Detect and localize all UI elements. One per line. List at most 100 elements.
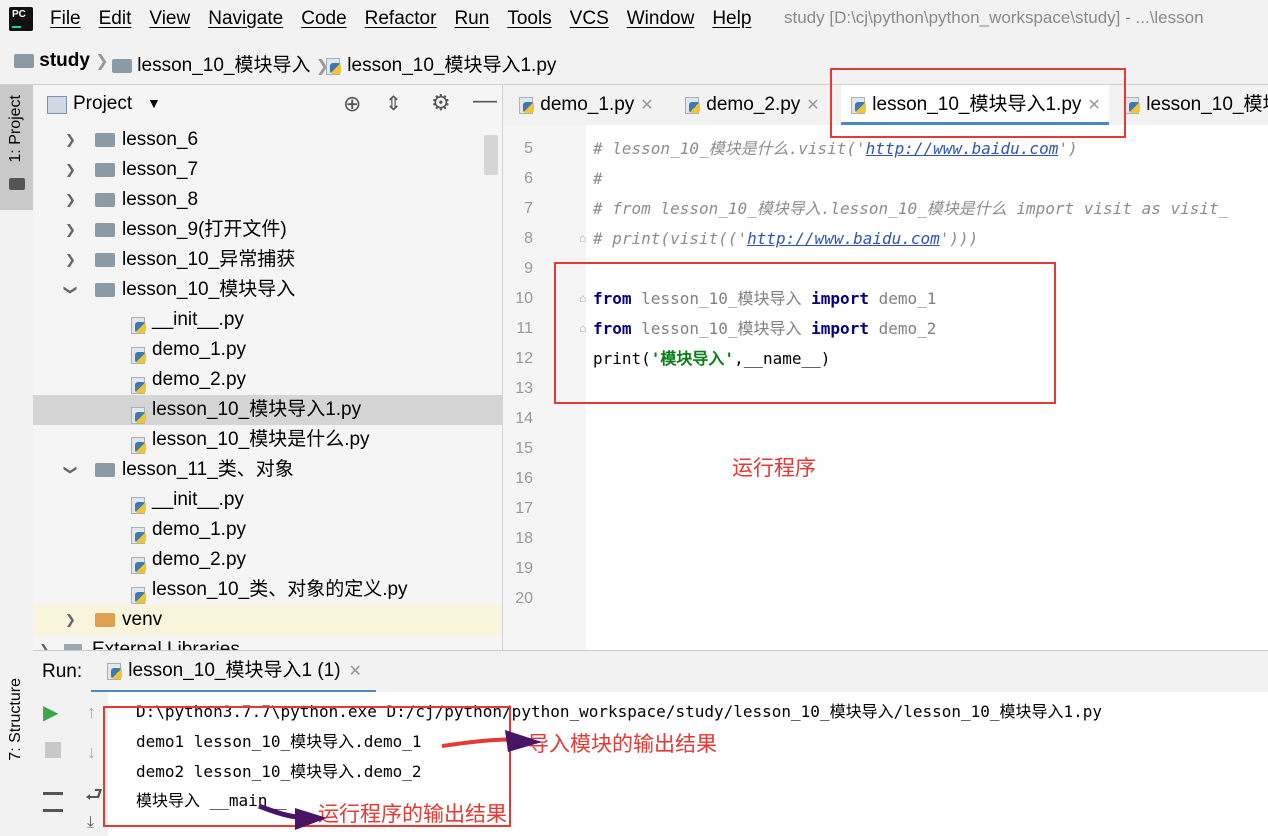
tree-item-lesson-10-exception[interactable]: ❯ lesson_10_异常捕获 [33, 245, 502, 275]
pycharm-logo-icon: PC [9, 7, 33, 31]
python-file-icon [129, 406, 147, 424]
breadcrumb-item-file[interactable]: lesson_10_模块导入1.py [324, 50, 556, 77]
tree-item-lesson-11[interactable]: ❯ lesson_11_类、对象 [33, 455, 502, 485]
structure-tool-button[interactable]: 7: Structure [7, 678, 25, 761]
menu-edit[interactable]: Edit [99, 8, 132, 30]
project-view-title[interactable]: Project [73, 93, 132, 115]
folder-icon [9, 178, 25, 190]
folder-icon [95, 283, 115, 297]
line-number: 10 [515, 290, 533, 307]
tree-item-module-what-py[interactable]: lesson_10_模块是什么.py [33, 425, 502, 455]
collapse-all-icon[interactable]: ⇕ [385, 91, 402, 116]
scroll-to-end-icon[interactable]: ⤓ [87, 814, 94, 832]
tree-item-demo-2-py-2[interactable]: demo_2.py [33, 545, 502, 575]
breadcrumb-item-study[interactable]: study ❯ [14, 50, 109, 72]
tree-item-lesson-9[interactable]: ❯ lesson_9(打开文件) [33, 215, 502, 245]
folder-icon [112, 58, 132, 73]
menu-code[interactable]: Code [301, 8, 346, 30]
layout-icon[interactable] [43, 792, 63, 812]
close-icon[interactable]: ✕ [349, 663, 362, 680]
chevron-right-icon[interactable]: ❯ [65, 185, 76, 215]
tree-item-demo-2-py[interactable]: demo_2.py [33, 365, 502, 395]
menu-tools[interactable]: Tools [507, 8, 551, 30]
highlight-box-active-tab [830, 68, 1126, 138]
line-number: 12 [515, 350, 533, 367]
chevron-down-icon[interactable]: ▼ [147, 95, 161, 111]
line-number: 9 [524, 260, 533, 277]
folder-icon [14, 53, 34, 68]
menu-window[interactable]: Window [627, 8, 695, 30]
chevron-right-icon[interactable]: ❯ [65, 605, 76, 635]
run-panel-header: Run: lesson_10_模块导入1 (1) ✕ [33, 650, 1268, 694]
menu-bar: PC File Edit View Navigate Code Refactor… [0, 0, 1268, 40]
arrow-up-icon[interactable]: ↑ [87, 702, 96, 723]
close-icon[interactable]: ✕ [640, 97, 653, 114]
tree-item-demo-1-py-2[interactable]: demo_1.py [33, 515, 502, 545]
rerun-icon[interactable]: ▶ [43, 700, 58, 725]
tree-item-init-py[interactable]: __init__.py [33, 305, 502, 335]
menu-view[interactable]: View [149, 8, 190, 30]
soft-wrap-icon[interactable]: ⮐ [85, 780, 103, 814]
python-file-icon [129, 436, 147, 454]
chevron-right-icon[interactable]: ❯ [39, 635, 50, 650]
python-file-icon [683, 96, 701, 114]
chevron-right-icon[interactable]: ❯ [65, 245, 76, 275]
minimize-icon[interactable]: — [473, 87, 497, 115]
locate-icon[interactable]: ⊕ [343, 91, 361, 117]
project-panel: Project ▼ ⊕ ⇕ ⚙ — ❯ lesson_6 ❯ lesson_7 … [33, 85, 503, 650]
line-number: 13 [515, 380, 533, 397]
code-line-8: # print(visit(('http://www.baidu.com'))) [593, 229, 979, 248]
tab-demo-2[interactable]: demo_2.py ✕ [683, 85, 820, 125]
python-file-icon [129, 316, 147, 334]
tree-item-init-py-2[interactable]: __init__.py [33, 485, 502, 515]
project-view-icon [47, 96, 67, 114]
run-tab[interactable]: lesson_10_模块导入1 (1) ✕ [91, 651, 376, 693]
python-file-icon [129, 496, 147, 514]
chevron-down-icon[interactable]: ❯ [55, 465, 85, 476]
line-number: 6 [524, 170, 533, 187]
line-number: 15 [515, 440, 533, 457]
chevron-right-icon: ❯ [95, 53, 109, 70]
folder-icon [95, 163, 115, 177]
tab-demo-1[interactable]: demo_1.py ✕ [517, 85, 654, 125]
project-tool-button[interactable]: 1: Project [0, 85, 33, 210]
close-icon[interactable]: ✕ [806, 97, 819, 114]
python-file-icon [517, 96, 535, 114]
tree-item-class-object-py[interactable]: lesson_10_类、对象的定义.py [33, 575, 502, 605]
menu-run[interactable]: Run [454, 8, 489, 30]
menu-navigate[interactable]: Navigate [208, 8, 283, 30]
menu-refactor[interactable]: Refactor [365, 8, 437, 30]
menu-file[interactable]: File [50, 8, 81, 30]
run-toolbar: ▶ ↑ ↓ ⮐ ⤓ [33, 692, 108, 836]
chevron-down-icon[interactable]: ❯ [55, 285, 85, 296]
chevron-right-icon[interactable]: ❯ [65, 155, 76, 185]
tree-item-external-libraries[interactable]: ❯ External Libraries [33, 635, 502, 650]
chevron-right-icon[interactable]: ❯ [65, 125, 76, 155]
line-number: 5 [524, 140, 533, 157]
line-number: 8 [524, 230, 533, 247]
tree-item-venv[interactable]: ❯ venv [33, 605, 502, 635]
breadcrumb-item-folder[interactable]: lesson_10_模块导入 ❯ [112, 50, 329, 77]
folder-icon [95, 613, 115, 627]
project-scrollbar[interactable] [484, 135, 498, 175]
gear-icon[interactable]: ⚙ [431, 90, 451, 116]
tree-item-lesson-7[interactable]: ❯ lesson_7 [33, 155, 502, 185]
note-run-program: 运行程序 [732, 457, 816, 480]
menu-help[interactable]: Help [712, 8, 751, 30]
tab-module-overflow[interactable]: lesson_10_模块 [1123, 85, 1268, 125]
line-number: 17 [515, 500, 533, 517]
stop-icon[interactable] [45, 742, 61, 758]
tree-item-lesson-10-module-import[interactable]: ❯ lesson_10_模块导入 [33, 275, 502, 305]
folder-icon [95, 193, 115, 207]
menu-vcs[interactable]: VCS [570, 8, 609, 30]
tree-item-lesson-6[interactable]: ❯ lesson_6 [33, 125, 502, 155]
python-file-icon [129, 526, 147, 544]
chevron-right-icon[interactable]: ❯ [65, 215, 76, 245]
tree-item-module-import-1-py[interactable]: lesson_10_模块导入1.py [33, 395, 502, 425]
note-import-output: 导入模块的输出结果 [528, 733, 717, 756]
arrow-down-icon[interactable]: ↓ [87, 742, 96, 763]
tree-item-lesson-8[interactable]: ❯ lesson_8 [33, 185, 502, 215]
run-label: Run: [42, 661, 83, 682]
tree-item-demo-1-py[interactable]: demo_1.py [33, 335, 502, 365]
arrow-annotation-icon [258, 803, 327, 830]
